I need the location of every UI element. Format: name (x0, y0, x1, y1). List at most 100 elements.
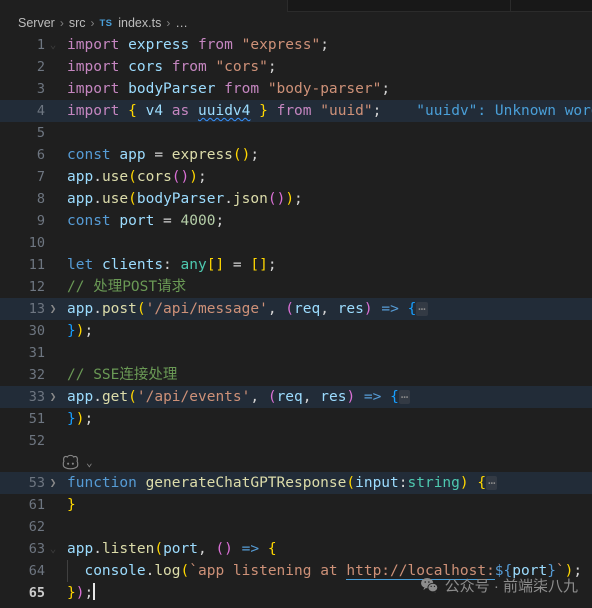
code-content[interactable]: 1 ⌄ import express from "express"; 2 imp… (0, 34, 592, 604)
folded-code-ellipsis[interactable]: ⋯ (486, 476, 498, 490)
code-line[interactable]: 6 const app = express(); (0, 144, 592, 166)
copilot-icon (62, 454, 79, 469)
line-number: 32 (28, 367, 45, 383)
code-line-text: app.use(bodyParser.json()); (67, 191, 303, 207)
code-line[interactable]: 2 import cors from "cors"; (0, 56, 592, 78)
code-line-text: app.listen(port, () => { (67, 541, 277, 557)
code-line[interactable]: 13 ❯ app.post('/api/message', (req, res)… (0, 298, 592, 320)
code-line[interactable]: 32 // SSE连接处理 (0, 364, 592, 386)
line-number: 53 (28, 475, 45, 491)
line-number: 12 (28, 279, 45, 295)
code-line-text: import cors from "cors"; (67, 59, 277, 75)
code-line-text: app.get('/api/events', (req, res) => {⋯ (67, 389, 411, 405)
code-line[interactable]: 9 const port = 4000; (0, 210, 592, 232)
line-number: 30 (28, 323, 45, 339)
line-number: 2 (36, 59, 45, 75)
folded-code-ellipsis[interactable]: ⋯ (416, 302, 428, 316)
line-number-active: 65 (28, 585, 45, 601)
code-line-text: console.log(`app listening at http://loc… (61, 560, 582, 582)
code-line-text: app.use(cors()); (67, 169, 207, 185)
code-line[interactable]: 65 }); (0, 582, 592, 604)
line-number: 3 (36, 81, 45, 97)
copilot-codelens[interactable]: ⌄ (0, 452, 592, 472)
line-number: 7 (36, 169, 45, 185)
copilot-codelens-action[interactable]: ⌄ (61, 453, 93, 472)
code-line[interactable]: 63 ⌄ app.listen(port, () => { (0, 538, 592, 560)
fold-chevron-icon[interactable]: ❯ (45, 386, 61, 408)
code-line[interactable]: 61 } (0, 494, 592, 516)
line-number: 13 (28, 301, 45, 317)
code-line[interactable]: 4 import { v4 as uuidv4 } from "uuid"; "… (0, 100, 592, 122)
line-number: 5 (36, 125, 45, 141)
tab-active-index-ts[interactable] (0, 0, 287, 12)
code-line[interactable]: 11 let clients: any[] = []; (0, 254, 592, 276)
localhost-link[interactable]: http://localhost: (346, 563, 495, 580)
indent-guide (67, 560, 68, 582)
code-line-text: import bodyParser from "body-parser"; (67, 81, 391, 97)
inline-diagnostic-hint: "uuidv": Unknown word (416, 103, 592, 119)
breadcrumb[interactable]: Server › src › TS index.ts › … (0, 12, 592, 34)
line-number: 11 (28, 257, 45, 273)
line-number: 6 (36, 147, 45, 163)
code-line-text: } (67, 497, 76, 513)
code-line[interactable]: 52 (0, 430, 592, 452)
fold-chevron-icon[interactable]: ⌄ (45, 34, 61, 56)
line-number: 64 (28, 563, 45, 579)
code-line[interactable]: 3 import bodyParser from "body-parser"; (0, 78, 592, 100)
breadcrumb-separator-icon: › (59, 16, 64, 30)
breadcrumb-item-index-ts[interactable]: index.ts (118, 16, 161, 30)
code-line[interactable]: 33 ❯ app.get('/api/events', (req, res) =… (0, 386, 592, 408)
typescript-file-icon: TS (99, 17, 113, 29)
line-number: 9 (36, 213, 45, 229)
tab-separator (510, 0, 511, 11)
line-number: 31 (28, 345, 45, 361)
breadcrumb-item-symbols[interactable]: … (175, 16, 189, 30)
line-number: 1 (36, 37, 45, 53)
code-line[interactable]: 62 (0, 516, 592, 538)
code-line-text: const port = 4000; (67, 213, 225, 229)
breadcrumb-item-server[interactable]: Server (18, 16, 55, 30)
folded-code-ellipsis[interactable]: ⋯ (398, 390, 411, 404)
fold-chevron-icon[interactable]: ⌄ (45, 538, 61, 560)
code-line[interactable]: 10 (0, 232, 592, 254)
code-line-text: // 处理POST请求 (67, 279, 187, 295)
line-number: 52 (28, 433, 45, 449)
code-line[interactable]: 12 // 处理POST请求 (0, 276, 592, 298)
tab-separator (287, 0, 288, 11)
line-number: 4 (36, 103, 45, 119)
breadcrumb-separator-icon: › (90, 16, 95, 30)
editor-tab-strip[interactable] (0, 0, 592, 12)
code-line-text: app.post('/api/message', (req, res) => {… (67, 301, 428, 317)
line-number: 61 (28, 497, 45, 513)
code-line[interactable]: 7 app.use(cors()); (0, 166, 592, 188)
text-cursor (93, 583, 95, 600)
code-line-text: import { v4 as uuidv4 } from "uuid"; "uu… (61, 100, 592, 122)
code-line[interactable]: 51 }); (0, 408, 592, 430)
code-line[interactable]: 8 app.use(bodyParser.json()); (0, 188, 592, 210)
breadcrumb-item-src[interactable]: src (69, 16, 86, 30)
code-line-text: import express from "express"; (67, 37, 329, 53)
fold-chevron-icon[interactable]: ❯ (45, 472, 61, 494)
code-line[interactable]: 30 }); (0, 320, 592, 342)
code-line[interactable]: 31 (0, 342, 592, 364)
code-line[interactable]: 64 console.log(`app listening at http://… (0, 560, 592, 582)
fold-chevron-icon[interactable]: ❯ (45, 298, 61, 320)
line-number: 51 (28, 411, 45, 427)
breadcrumb-separator-icon: › (166, 16, 171, 30)
code-line-text: let clients: any[] = []; (67, 257, 277, 273)
code-line-text: }); (67, 411, 94, 427)
code-line[interactable]: 1 ⌄ import express from "express"; (0, 34, 592, 56)
line-number: 63 (28, 541, 45, 557)
code-line[interactable]: 53 ❯ function generateChatGPTResponse(in… (0, 472, 592, 494)
line-number: 8 (36, 191, 45, 207)
codelens-chevron-down-icon[interactable]: ⌄ (86, 457, 93, 468)
code-line[interactable]: 5 (0, 122, 592, 144)
line-number: 62 (28, 519, 45, 535)
code-line-text: }); (67, 323, 94, 339)
code-line-text: function generateChatGPTResponse(input:s… (67, 475, 498, 491)
